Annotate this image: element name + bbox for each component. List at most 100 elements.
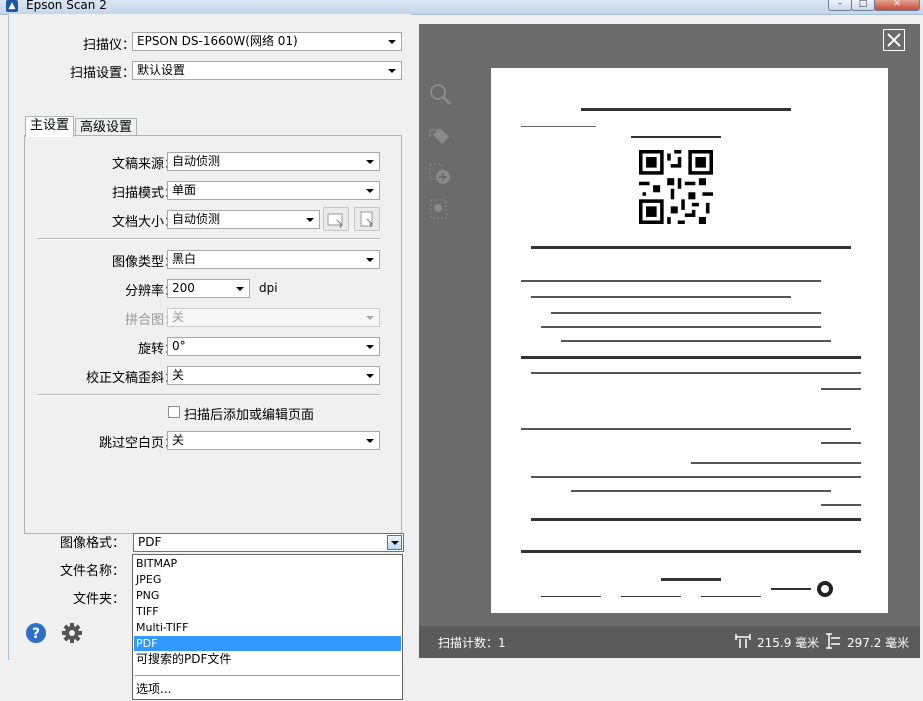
portrait-orientation-button[interactable] [354,207,380,231]
image-type-select[interactable]: 黑白 [167,250,380,269]
window-close-button[interactable]: ✕ [874,0,920,11]
scan-settings-select[interactable]: 默认设置 [132,61,402,80]
chevron-down-icon [366,258,374,262]
format-option-tiff[interactable]: TIFF [134,604,401,619]
document-source-select[interactable]: 自动侦测 [167,152,380,171]
add-edit-pages-checkbox[interactable] [168,406,180,418]
resolution-select[interactable]: 200 [167,279,250,298]
eraser-icon[interactable] [428,125,452,149]
doc-line [531,518,861,521]
divider [37,394,380,396]
status-bar: 扫描计数：1 215.9 毫米 297.2 毫米 [419,626,920,658]
image-format-select[interactable]: PDF [133,533,404,552]
add-edit-pages-label: 扫描后添加或编辑页面 [184,408,315,423]
gear-icon[interactable] [61,622,83,644]
doc-line [541,596,601,597]
dropdown-divider [135,675,400,676]
chevron-down-icon [366,374,374,378]
doc-line [531,476,861,478]
doc-line [531,372,861,374]
qr-code [639,150,713,224]
format-option-multi-tiff[interactable]: Multi-TIFF [134,620,401,635]
rotate-value: 0° [172,339,186,353]
stitch-value: 关 [172,310,185,324]
resolution-value: 200 [172,281,195,295]
help-icon[interactable]: ? [25,622,47,644]
scanner-value: EPSON DS-1660W(网络 01) [137,34,298,48]
divider [37,238,380,240]
doc-line [531,296,791,298]
doc-line [621,596,681,597]
deskew-select[interactable]: 关 [167,366,380,385]
preview-panel: 扫描计数：1 215.9 毫米 297.2 毫米 [419,24,920,658]
image-format-label: 图像格式： [59,536,125,551]
chevron-down-icon [366,160,374,164]
app-icon: ▲ [6,0,18,12]
page-icon[interactable] [428,197,452,221]
chevron-down-icon[interactable] [387,535,402,550]
close-preview-button[interactable] [883,29,905,51]
add-page-icon[interactable] [428,162,452,186]
format-option-bitmap[interactable]: BITMAP [134,556,401,571]
doc-line [561,340,831,342]
chevron-down-icon [366,316,374,320]
logo-icon [817,581,833,597]
main-settings-panel: 文稿来源： 自动侦测 扫描模式： 单面 文档大小： 自动侦测 图像类型： 黑白 … [24,135,402,534]
doc-line [571,490,831,492]
chevron-down-icon [366,345,374,349]
scan-settings-label: 扫描设置： [69,66,135,81]
doc-line [771,588,811,590]
minimize-button[interactable]: – [828,0,852,11]
doc-line [521,550,861,553]
landscape-orientation-button[interactable] [323,207,349,231]
doc-line [541,326,821,328]
resolution-unit: dpi [259,281,278,295]
doc-line [521,428,851,430]
doc-line [521,280,821,282]
width-icon [735,634,751,648]
doc-line [631,136,721,138]
doc-line [701,596,761,597]
doc-line [661,578,721,581]
rotate-select[interactable]: 0° [167,337,380,356]
doc-line [821,388,861,390]
folder-label: 文件夹： [72,592,125,607]
image-format-dropdown: BITMAP JPEG PNG TIFF Multi-TIFF PDF 可搜索的… [132,554,403,700]
document-size-select[interactable]: 自动侦测 [167,210,320,229]
skip-blank-select[interactable]: 关 [167,431,380,450]
chevron-down-icon [388,40,396,44]
title-bar: ▲ Epson Scan 2 – □ ✕ [0,0,923,15]
scan-preview-page [491,68,888,613]
skip-blank-label: 跳过空白页： [98,436,177,451]
scan-mode-select[interactable]: 单面 [167,181,380,200]
scanner-select[interactable]: EPSON DS-1660W(网络 01) [132,32,402,51]
document-size-value: 自动侦测 [172,212,221,226]
tab-main-settings[interactable]: 主设置 [25,116,75,137]
height-value: 297.2 毫米 [847,636,910,650]
zoom-icon[interactable] [428,82,452,106]
doc-line [531,246,851,249]
chevron-down-icon [388,69,396,73]
maximize-button[interactable]: □ [851,0,875,11]
doc-line [691,462,861,464]
image-format-value: PDF [138,535,162,549]
scanner-label: 扫描仪： [82,38,135,53]
doc-line [821,504,861,506]
scan-settings-value: 默认设置 [137,63,186,77]
doc-line [521,356,861,359]
file-name-label: 文件名称： [59,564,125,579]
stitch-select: 关 [167,308,380,327]
format-option-searchable-pdf[interactable]: 可搜索的PDF文件 [134,652,401,667]
document-source-value: 自动侦测 [172,154,221,168]
svg-text:?: ? [32,626,40,642]
format-options-more[interactable]: 选项... [134,682,401,697]
chevron-down-icon [236,287,244,291]
format-option-pdf[interactable]: PDF [134,636,401,651]
chevron-down-icon [366,189,374,193]
deskew-label: 校正文稿歪斜： [85,371,177,386]
scan-count: 扫描计数：1 [438,636,506,650]
window-title: Epson Scan 2 [26,0,107,12]
doc-line [521,126,596,127]
format-option-jpeg[interactable]: JPEG [134,572,401,587]
format-option-png[interactable]: PNG [134,588,401,603]
